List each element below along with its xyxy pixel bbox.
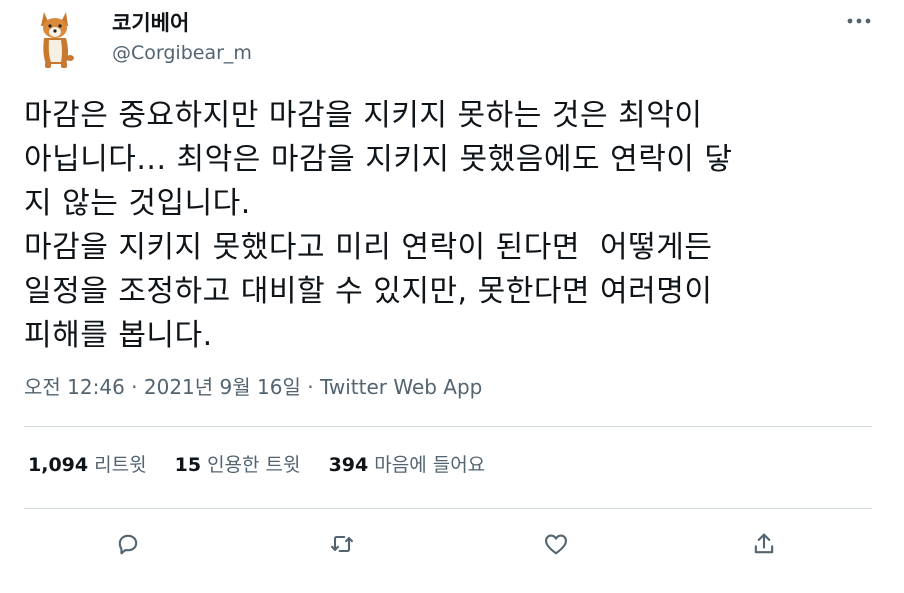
tweet-time[interactable]: 오전 12:46 [24,375,125,399]
display-name[interactable]: 코기베어 [112,10,252,36]
reply-bubble-icon [118,534,138,555]
likes-count: 394 [328,454,369,476]
more-dots-icon [847,18,871,24]
divider [24,426,872,427]
retweets-stat[interactable]: 1,094 리트윗 [28,452,147,478]
retweets-count: 1,094 [28,454,89,476]
avatar[interactable] [24,6,92,74]
share-button[interactable] [742,522,786,566]
like-button[interactable] [534,522,578,566]
more-button[interactable] [842,8,876,34]
reply-button[interactable] [106,522,150,566]
tweet-meta: 오전 12:46 · 2021년 9월 16일 · Twitter Web Ap… [24,374,482,400]
likes-label: 마음에 들어요 [374,454,486,476]
divider [24,508,872,509]
user-names: 코기베어 @Corgibear_m [112,10,252,66]
likes-stat[interactable]: 394 마음에 들어요 [329,452,486,478]
tweet-stats: 1,094 리트윗 15 인용한 트윗 394 마음에 들어요 [28,452,507,478]
tweet-actions [24,522,872,566]
retweet-icon [331,535,353,553]
retweets-label: 리트윗 [94,454,147,476]
quotes-stat[interactable]: 15 인용한 트윗 [175,452,301,478]
tweet-date[interactable]: 2021년 9월 16일 [144,375,301,399]
user-handle[interactable]: @Corgibear_m [112,40,252,66]
heart-icon [545,534,567,555]
retweet-button[interactable] [320,522,364,566]
meta-separator: · [124,375,144,399]
quotes-label: 인용한 트윗 [207,454,301,476]
tweet-header: 코기베어 @Corgibear_m [24,6,882,76]
quotes-count: 15 [174,454,202,476]
corgi-avatar-icon [41,12,74,68]
share-icon [754,533,774,554]
meta-separator: · [300,375,320,399]
tweet-source[interactable]: Twitter Web App [320,375,482,399]
tweet-text: 마감은 중요하지만 마감을 지키지 못하는 것은 최악이 아닙니다... 최악은… [24,98,733,353]
